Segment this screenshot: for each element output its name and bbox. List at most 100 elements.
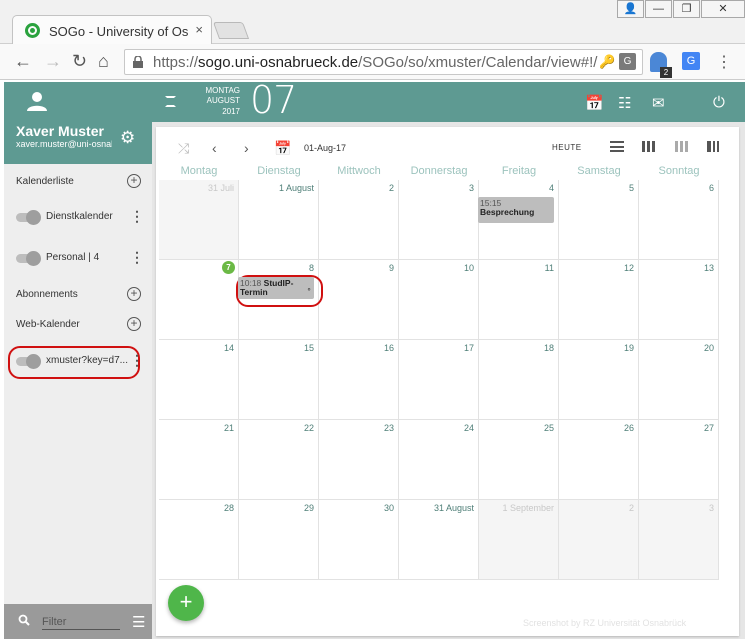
reload-icon[interactable]: ↻ [72, 51, 87, 72]
day-cell[interactable]: 10 [399, 260, 479, 340]
day-cell[interactable]: 31 August [399, 500, 479, 580]
calendar-toggle-personal[interactable] [16, 251, 41, 266]
day-cell[interactable]: 9 [319, 260, 399, 340]
day-cell[interactable]: 27 [639, 420, 719, 500]
minimize-button[interactable]: — [645, 0, 672, 18]
next-month-button[interactable]: › [244, 140, 249, 156]
day-cell[interactable]: 31 Juli [159, 180, 239, 260]
calendar-menu-icon[interactable]: ⋮ [130, 208, 144, 225]
day-cell[interactable]: 1 September [479, 500, 559, 580]
key-icon[interactable]: 🔑 [599, 54, 615, 70]
day-number: 2 [628, 503, 634, 513]
day-cell[interactable]: 18 [479, 340, 559, 420]
contacts-icon[interactable]: ☷ [618, 94, 631, 112]
day-number: 20 [703, 343, 714, 353]
multicolumn-view-icon[interactable] [707, 141, 721, 152]
day-cell[interactable]: 15 [239, 340, 319, 420]
web-calendar-toggle[interactable] [16, 354, 41, 369]
day-cell[interactable]: 24 [399, 420, 479, 500]
sidebar: Xaver Muster xaver.muster@uni-osnabrueck… [4, 82, 152, 639]
home-icon[interactable]: ⌂ [98, 51, 109, 72]
day-number: 12 [623, 263, 634, 273]
add-event-button[interactable]: + [168, 585, 204, 621]
weekday-header: Dienstag [257, 165, 301, 177]
lock-icon [133, 56, 143, 68]
event-besprechung[interactable]: 15:15 Besprechung [478, 197, 554, 223]
subscriptions-heading: Abonnements [16, 289, 78, 300]
day-cell[interactable]: 28 [159, 500, 239, 580]
day-cell[interactable]: 23 [319, 420, 399, 500]
day-cell[interactable]: 2 [559, 500, 639, 580]
logout-icon[interactable]: ⏻ [713, 94, 725, 111]
google-translate-icon[interactable]: G [682, 52, 700, 70]
day-cell[interactable]: 20 [639, 340, 719, 420]
add-subscription-button[interactable]: + [127, 287, 141, 301]
current-month: AUGUST [206, 96, 240, 105]
new-tab-button[interactable] [212, 22, 250, 39]
user-name: Xaver Muster [16, 123, 104, 139]
day-cell[interactable]: 19 [559, 340, 639, 420]
browser-menu-icon[interactable]: ⋮ [716, 52, 732, 72]
web-calendar-menu-icon[interactable]: ⋮ [130, 352, 144, 369]
today-button[interactable]: HEUTE [552, 143, 582, 152]
day-number: 17 [463, 343, 474, 353]
calendar-list-heading: Kalenderliste [16, 176, 74, 187]
day-cell[interactable]: 11 [479, 260, 559, 340]
day-view-icon[interactable] [610, 141, 624, 152]
day-number: 24 [463, 423, 474, 433]
day-cell[interactable]: 3 [639, 500, 719, 580]
calendar-toggle-dienstkalender[interactable] [16, 210, 41, 225]
day-cell[interactable]: 30 [319, 500, 399, 580]
compress-icon[interactable]: ⤮ [178, 140, 189, 157]
gear-icon[interactable]: ⚙ [120, 128, 135, 148]
day-cell[interactable]: 25 [479, 420, 559, 500]
mail-icon[interactable]: ✉ [652, 94, 665, 112]
day-cell[interactable]: 16 [319, 340, 399, 420]
filter-input[interactable]: Filter [42, 616, 120, 630]
previous-month-button[interactable]: ‹ [212, 140, 217, 156]
week-view-icon[interactable] [642, 141, 656, 152]
current-weekday: MONTAG [205, 86, 240, 95]
day-cell[interactable]: 29 [239, 500, 319, 580]
day-cell[interactable]: 3 [399, 180, 479, 260]
day-number: 2 [388, 183, 394, 193]
day-number: 31 August [433, 503, 474, 513]
event-studip-termin[interactable]: 10:18 StudIP-Termin ⚬ [238, 277, 314, 299]
day-cell[interactable]: 26 [559, 420, 639, 500]
date-picker-icon[interactable]: 📅 [274, 140, 291, 157]
add-web-calendar-button[interactable]: + [127, 317, 141, 331]
day-number: 1 August [278, 183, 314, 193]
top-bar: MONTAG AUGUST 2017 07 📅 ☷ ✉ ⏻ [152, 78, 745, 122]
browser-tab[interactable]: SOGo - University of Osnabrück × [12, 15, 212, 45]
expand-icon[interactable] [165, 96, 176, 107]
day-cell[interactable]: 21 [159, 420, 239, 500]
forward-arrow-icon[interactable]: → [44, 51, 62, 72]
maximize-button[interactable]: ❐ [673, 0, 700, 18]
month-view-icon[interactable] [675, 141, 689, 152]
day-number: 19 [623, 343, 634, 353]
day-cell[interactable]: 17 [399, 340, 479, 420]
weekday-header: Samstag [577, 165, 621, 177]
close-icon[interactable]: × [195, 22, 203, 37]
calendar-menu-icon[interactable]: ⋮ [130, 249, 144, 266]
url-input[interactable]: https://sogo.uni-osnabrueck.de/SOGo/so/x… [124, 49, 643, 75]
day-cell[interactable]: 2 [319, 180, 399, 260]
day-cell[interactable]: 6 [639, 180, 719, 260]
add-calendar-button[interactable]: + [127, 174, 141, 188]
back-arrow-icon[interactable]: ← [14, 51, 32, 72]
day-cell[interactable]: 5 [559, 180, 639, 260]
close-window-button[interactable]: ✕ [701, 0, 745, 18]
extension-badge: 2 [660, 67, 672, 78]
day-cell[interactable]: 12 [559, 260, 639, 340]
filter-menu-icon[interactable]: ☰ [132, 613, 145, 631]
web-calendars-heading: Web-Kalender [16, 319, 80, 330]
translate-icon[interactable]: G [619, 53, 636, 70]
day-cell[interactable]: 13 [639, 260, 719, 340]
profile-icon[interactable]: 👤 [617, 0, 644, 18]
search-icon [18, 614, 30, 626]
day-cell[interactable]: 7 [159, 260, 239, 340]
day-cell[interactable]: 22 [239, 420, 319, 500]
day-cell[interactable]: 14 [159, 340, 239, 420]
calendar-app-icon[interactable]: 📅 [585, 94, 604, 112]
day-cell[interactable]: 1 August [239, 180, 319, 260]
